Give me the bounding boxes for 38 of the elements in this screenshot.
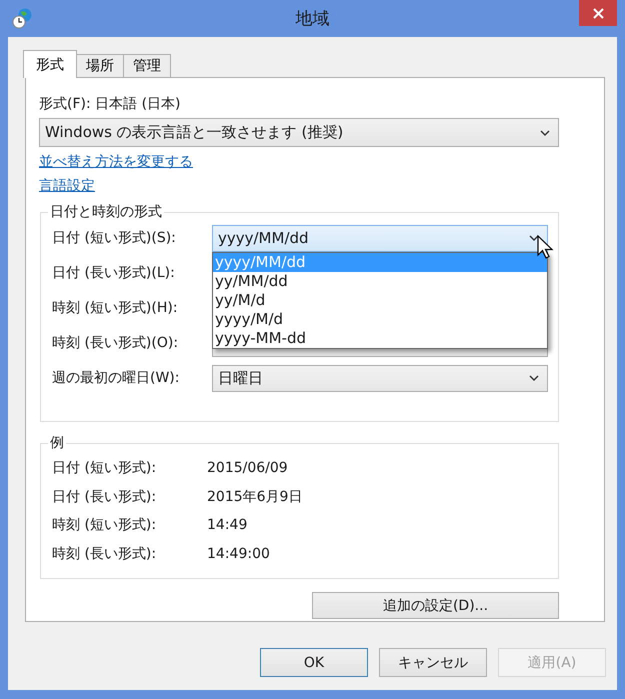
- close-button[interactable]: [579, 0, 617, 26]
- field-label: 時刻 (長い形式)(O):: [52, 334, 180, 352]
- field-label: 週の最初の曜日(W):: [52, 369, 180, 387]
- chevron-down-icon: [529, 235, 539, 241]
- tab[interactable]: 場所: [76, 54, 124, 77]
- field-label: 日付 (短い形式)(S):: [52, 229, 177, 247]
- group-title: 日付と時刻の形式: [49, 203, 163, 221]
- example-value: 14:49: [207, 517, 248, 534]
- example-value: 14:49:00: [207, 546, 270, 562]
- link[interactable]: 並べ替え方法を変更する: [39, 154, 193, 171]
- dropdown-option[interactable]: yyyy/M/d: [213, 310, 547, 328]
- dropdown-option[interactable]: yy/MM/dd: [213, 272, 547, 290]
- format-dropdown[interactable]: Windows の表示言語と一致させます (推奨): [39, 118, 559, 147]
- dropdown-option[interactable]: yyyy-MM-dd: [213, 328, 547, 348]
- field-label: 時刻 (短い形式)(H):: [52, 299, 179, 317]
- dropdown-option[interactable]: yy/M/d: [213, 290, 547, 310]
- dialog-button[interactable]: OK: [260, 648, 368, 677]
- additional-settings-button[interactable]: 追加の設定(D)...: [312, 592, 559, 619]
- link[interactable]: 言語設定: [39, 178, 95, 195]
- format-dropdown[interactable]: 日曜日: [212, 364, 548, 392]
- window-title: 地域: [296, 8, 330, 30]
- example-label: 日付 (短い形式):: [52, 459, 158, 478]
- tab[interactable]: 形式: [23, 50, 77, 78]
- field-label: 日付 (長い形式)(L):: [52, 264, 176, 282]
- tab[interactable]: 管理: [123, 54, 171, 77]
- example-label: 時刻 (長い形式):: [52, 544, 158, 563]
- group-title: 例: [49, 434, 65, 452]
- example-value: 2015/06/09: [207, 460, 288, 476]
- close-icon: [592, 8, 604, 18]
- format-dropdown[interactable]: yyyy/MM/dd: [212, 224, 548, 252]
- chevron-down-icon: [540, 130, 550, 136]
- example-value: 2015年6月9日: [207, 488, 302, 506]
- dialog-button[interactable]: キャンセル: [379, 648, 487, 677]
- chevron-down-icon: [529, 375, 539, 381]
- globe-clock-icon: [12, 7, 34, 29]
- example-label: 時刻 (短い形式):: [52, 516, 158, 534]
- example-label: 日付 (長い形式):: [52, 488, 158, 506]
- format-label: 形式(F): 日本語 (日本): [39, 95, 182, 113]
